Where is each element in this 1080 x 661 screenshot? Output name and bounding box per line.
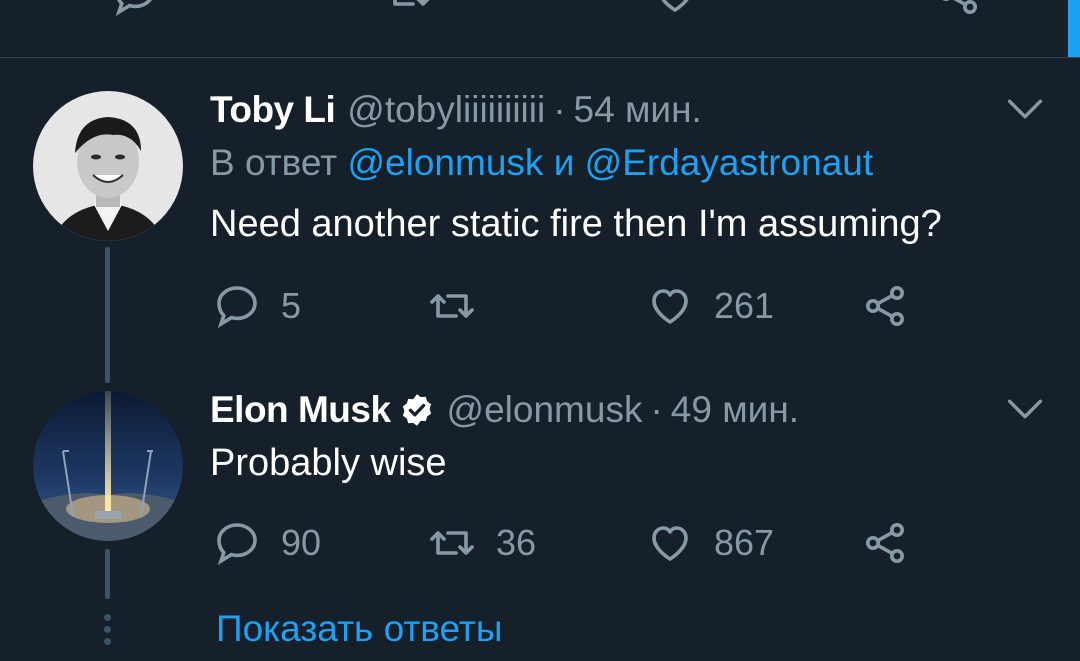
show-replies-link[interactable]: Показать ответы	[216, 608, 502, 650]
share-button[interactable]	[861, 518, 909, 568]
reply-count: 5	[281, 285, 302, 326]
like-button[interactable]: 261	[646, 281, 774, 331]
like-count: 261	[714, 285, 775, 326]
thread-dot	[104, 626, 111, 633]
chevron-down-icon[interactable]	[1002, 86, 1048, 132]
mention-link[interactable]: @Erdayastronaut	[585, 142, 873, 183]
retweet-icon[interactable]	[385, 0, 433, 18]
reply-icon	[213, 519, 261, 567]
rocket-launch-photo	[33, 391, 183, 541]
tweet-header: Toby Li @tobyliiiiiiiiii · 54 мин.	[210, 87, 702, 133]
share-button[interactable]	[861, 281, 909, 331]
divider	[0, 57, 1080, 58]
tweet-text: Need another static fire then I'm assumi…	[210, 203, 942, 245]
portrait-photo	[33, 91, 183, 241]
like-icon	[646, 519, 694, 567]
like-icon	[646, 282, 694, 330]
retweet-count: 36	[496, 522, 537, 563]
thread-line	[105, 549, 110, 599]
share-icon	[861, 519, 909, 567]
reply-icon	[213, 282, 261, 330]
tweet-header: Elon Musk @elonmusk · 49 мин.	[210, 387, 799, 433]
like-icon[interactable]	[651, 0, 699, 18]
thread-dot	[104, 638, 111, 645]
scroll-indicator	[1068, 0, 1080, 57]
reply-button[interactable]: 5	[213, 281, 301, 331]
separator: ·	[650, 389, 663, 430]
reply-prefix: В ответ	[210, 142, 338, 183]
like-button[interactable]: 867	[646, 518, 774, 568]
reply-context: В ответ @elonmusk и @Erdayastronaut	[210, 142, 873, 184]
reply-button[interactable]: 90	[213, 518, 321, 568]
retweet-button[interactable]: 36	[428, 518, 536, 568]
tweet-text: Probably wise	[210, 442, 447, 484]
retweet-icon	[428, 282, 476, 330]
author-name[interactable]: Elon Musk	[210, 389, 391, 431]
reply-count: 90	[281, 522, 322, 563]
avatar-toby-li[interactable]	[33, 91, 183, 241]
share-icon	[861, 282, 909, 330]
timestamp[interactable]: 49 мин.	[671, 389, 799, 431]
like-count: 867	[714, 522, 775, 563]
tweet-thread: Toby Li @tobyliiiiiiiiii · 54 мин. В отв…	[0, 0, 1080, 661]
mention-link[interactable]: @elonmusk	[348, 142, 544, 183]
thread-line	[105, 247, 110, 383]
retweet-button[interactable]	[428, 281, 496, 331]
author-name[interactable]: Toby Li	[210, 89, 336, 131]
reply-icon[interactable]	[111, 0, 159, 18]
verified-badge-icon	[399, 392, 435, 428]
chevron-down-icon[interactable]	[1002, 386, 1048, 432]
author-handle[interactable]: @tobyliiiiiiiiii	[347, 89, 545, 131]
reply-conjunction: и	[553, 142, 575, 183]
separator: ·	[553, 89, 566, 130]
author-handle[interactable]: @elonmusk	[447, 389, 643, 431]
thread-dot	[104, 614, 111, 621]
retweet-icon	[428, 519, 476, 567]
avatar-elon-musk[interactable]	[33, 391, 183, 541]
timestamp[interactable]: 54 мин.	[574, 89, 702, 131]
previous-tweet-actions	[0, 0, 1080, 20]
share-icon[interactable]	[934, 0, 982, 18]
